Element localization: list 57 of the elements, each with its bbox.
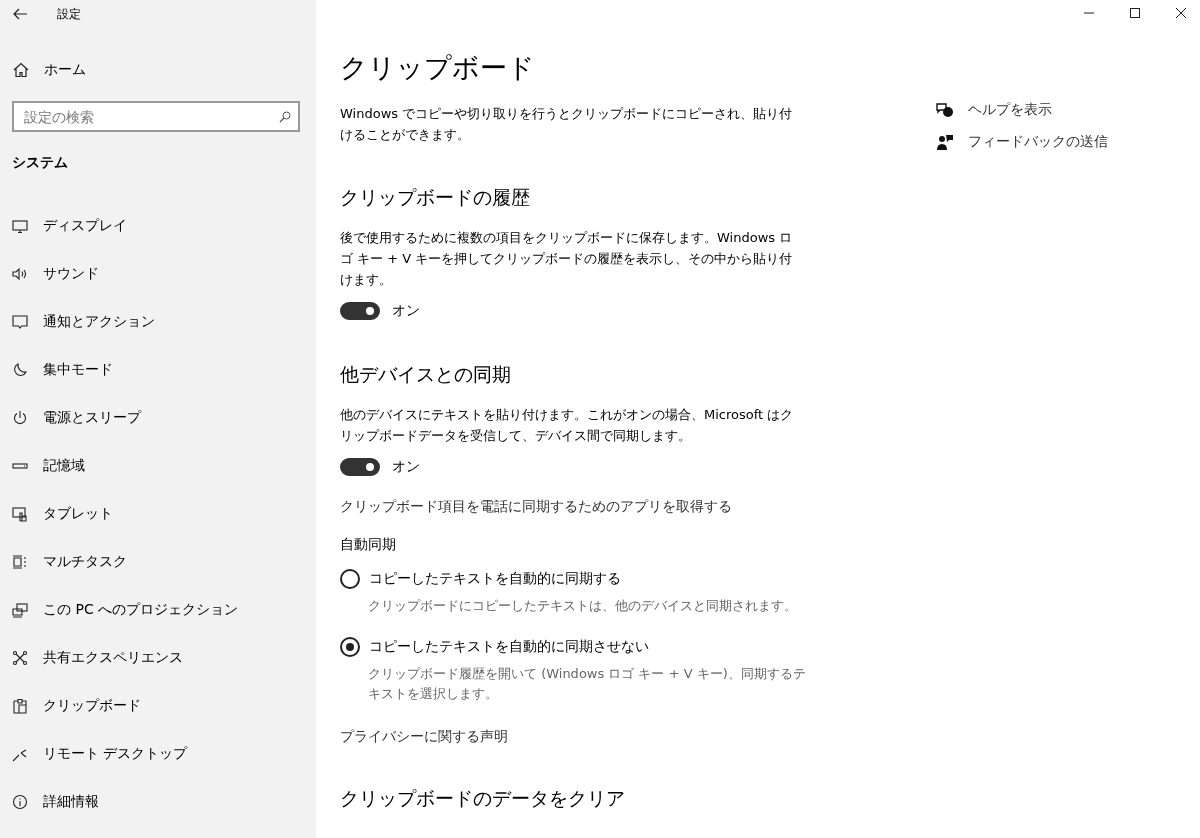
section-heading: クリップボードのデータをクリア bbox=[340, 786, 626, 811]
page-title: クリップボード bbox=[340, 51, 536, 85]
back-arrow-icon[interactable] bbox=[13, 8, 27, 20]
speaker-icon bbox=[12, 266, 28, 282]
section-heading: クリップボードの履歴 bbox=[340, 185, 531, 210]
description-text: 他のデバイスにテキストを貼り付けます。これがオンの場合、Microsoft はクリップボードデータを受信して、デバイス間で同期します。 bbox=[340, 406, 795, 445]
toggle-label: オン bbox=[392, 458, 420, 476]
option-description: クリップボード履歴を開いて (Windows ロゴ キー + V キー)、同期するテキストを選択します。 bbox=[368, 665, 807, 703]
nav-item[interactable]: タブレット bbox=[0, 490, 316, 538]
toggle-label: オン bbox=[392, 302, 420, 320]
link[interactable]: プライバシーに関する声明 bbox=[340, 728, 508, 746]
nav-item[interactable]: サウンド bbox=[0, 250, 316, 298]
multitask-icon bbox=[12, 554, 28, 570]
home-item[interactable]: ホーム bbox=[0, 59, 316, 81]
close-icon[interactable] bbox=[1175, 7, 1187, 19]
help-chat-icon bbox=[936, 102, 954, 118]
link[interactable]: クリップボード項目を電話に同期するためのアプリを取得する bbox=[340, 498, 732, 516]
radio-label[interactable]: コピーしたテキストを自動的に同期させない bbox=[369, 638, 649, 656]
nav-item[interactable]: ディスプレイ bbox=[0, 202, 316, 250]
moon-icon bbox=[12, 362, 28, 378]
section-heading: 他デバイスとの同期 bbox=[340, 362, 512, 387]
nav-item[interactable]: リモート デスクトップ bbox=[0, 730, 316, 778]
group-label: 自動同期 bbox=[340, 536, 397, 554]
projection-icon bbox=[12, 602, 28, 618]
maximize-icon[interactable] bbox=[1129, 7, 1141, 19]
radio-label[interactable]: コピーしたテキストを自動的に同期する bbox=[369, 570, 621, 588]
power-icon bbox=[12, 410, 28, 426]
search-icon bbox=[279, 111, 291, 123]
option-description: クリップボードにコピーしたテキストは、他のデバイスと同期されます。 bbox=[368, 597, 798, 615]
display-icon bbox=[12, 218, 28, 234]
description-text: 後で使用するために複数の項目をクリップボードに保存します。Windows ロゴ キー + V キーを押してクリップボードの履歴を表示し、その中から貼り付けます。 bbox=[340, 229, 794, 289]
share-icon bbox=[12, 650, 28, 666]
nav-item[interactable]: この PC へのプロジェクション bbox=[0, 586, 316, 634]
tablet-icon bbox=[12, 506, 28, 522]
radio-button[interactable] bbox=[340, 569, 360, 589]
nav-item[interactable]: 通知とアクション bbox=[0, 298, 316, 346]
radio-button[interactable] bbox=[340, 637, 360, 657]
help-link[interactable]: ヘルプを表示 bbox=[968, 101, 1052, 119]
nav-item[interactable]: 電源とスリープ bbox=[0, 394, 316, 442]
nav-item[interactable]: 詳細情報 bbox=[0, 778, 316, 826]
home-icon bbox=[13, 62, 29, 78]
help-link[interactable]: フィードバックの送信 bbox=[968, 133, 1108, 151]
search-field[interactable]: 設定の検索 bbox=[12, 101, 300, 132]
window-title: 設定 bbox=[57, 5, 81, 23]
nav-item[interactable]: 記憶域 bbox=[0, 442, 316, 490]
nav-item[interactable]: 共有エクスペリエンス bbox=[0, 634, 316, 682]
description-text: Windows でコピーや切り取りを行うとクリップボードにコピーされ、貼り付けることができます。 bbox=[340, 105, 794, 144]
nav-item[interactable]: クリップボード bbox=[0, 682, 316, 730]
nav-item[interactable]: マルチタスク bbox=[0, 538, 316, 586]
toggle-switch[interactable] bbox=[340, 458, 380, 476]
toggle-switch[interactable] bbox=[340, 302, 380, 320]
section-heading: システム bbox=[12, 154, 69, 172]
info-icon bbox=[12, 794, 28, 810]
clipboard-icon bbox=[12, 698, 28, 714]
message-icon bbox=[12, 314, 28, 330]
feedback-icon bbox=[936, 134, 954, 150]
nav-item[interactable]: 集中モード bbox=[0, 346, 316, 394]
